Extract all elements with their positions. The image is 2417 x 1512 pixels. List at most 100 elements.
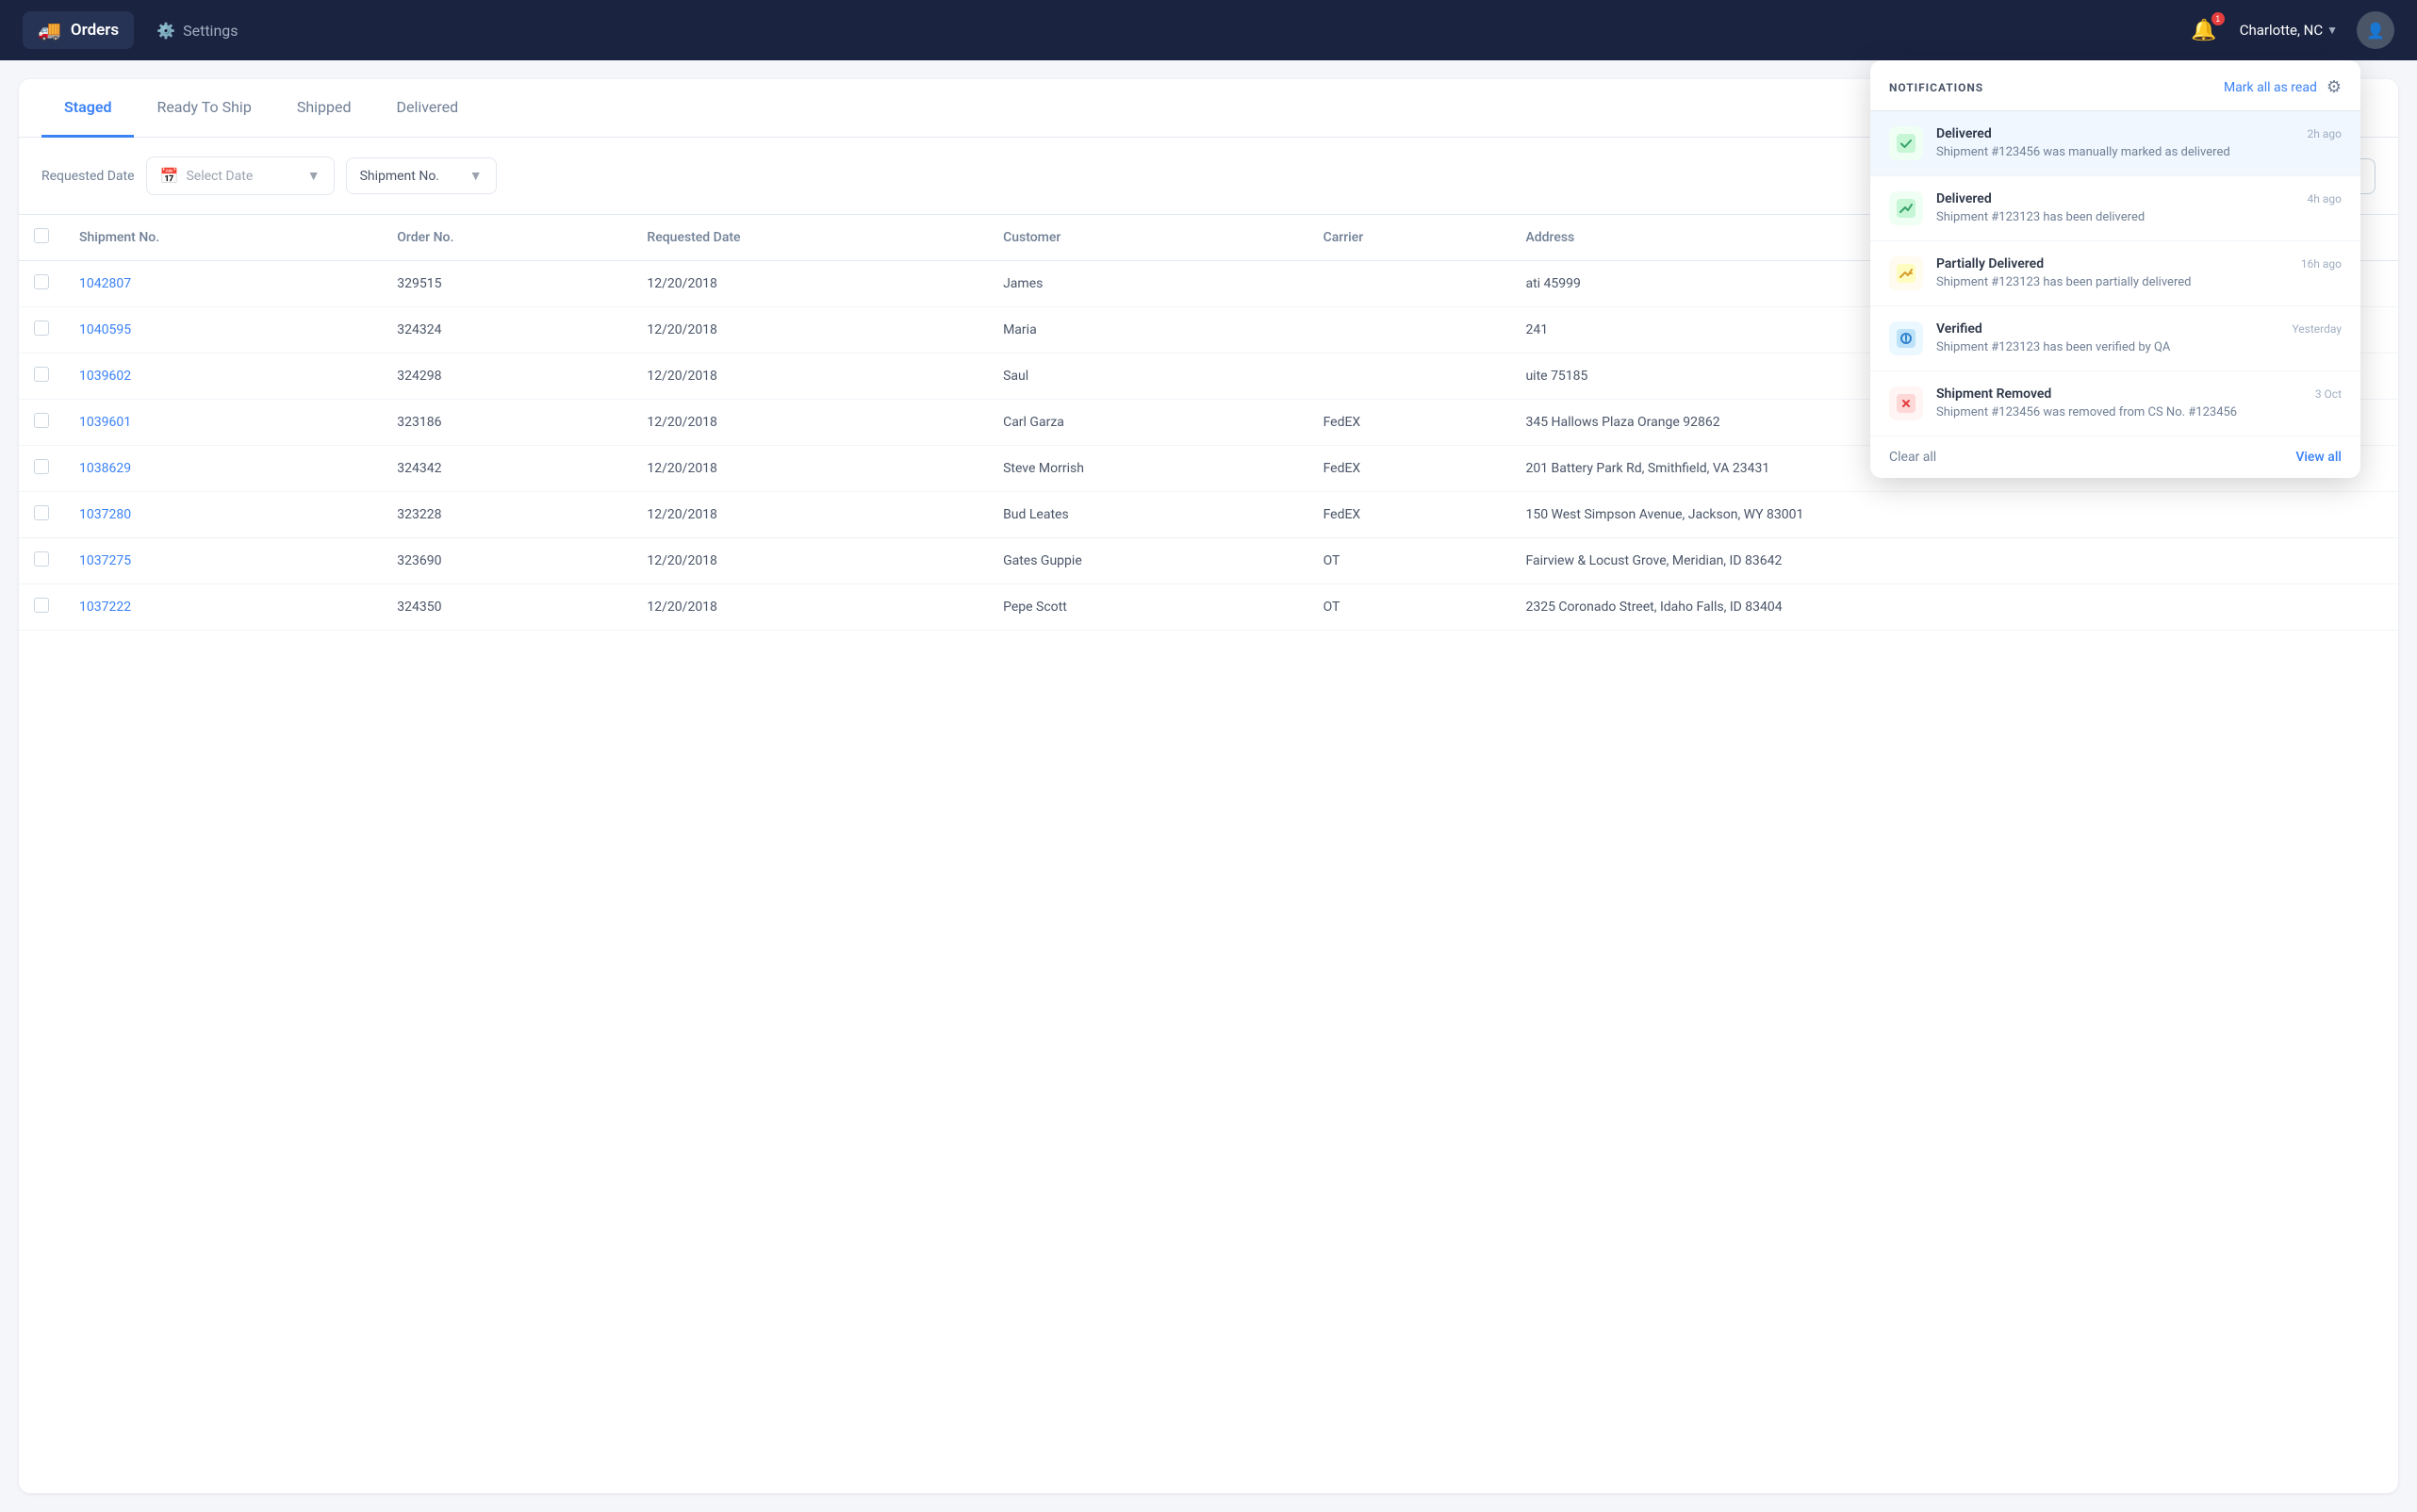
row-req-date: 12/20/2018 bbox=[632, 538, 988, 584]
user-avatar[interactable]: 👤 bbox=[2357, 11, 2394, 49]
row-customer: Bud Leates bbox=[988, 492, 1307, 538]
settings-nav-item[interactable]: ⚙️ Settings bbox=[141, 14, 253, 47]
notification-item[interactable]: Partially Delivered 16h ago Shipment #12… bbox=[1870, 241, 2360, 306]
notification-body: Shipment Removed 3 Oct Shipment #123456 … bbox=[1936, 386, 2342, 419]
notification-title: Verified bbox=[1936, 321, 1982, 337]
row-shipment-no: 1040595 bbox=[64, 307, 382, 353]
clear-all-button[interactable]: Clear all bbox=[1889, 450, 1936, 465]
chevron-down-icon: ▼ bbox=[307, 168, 321, 184]
notification-item[interactable]: Shipment Removed 3 Oct Shipment #123456 … bbox=[1870, 371, 2360, 436]
col-carrier: Carrier bbox=[1308, 215, 1511, 261]
row-address: 2325 Coronado Street, Idaho Falls, ID 83… bbox=[1510, 584, 2398, 631]
row-select-checkbox[interactable] bbox=[34, 459, 49, 474]
row-select-checkbox[interactable] bbox=[34, 505, 49, 520]
tab-shipped[interactable]: Shipped bbox=[274, 79, 374, 138]
row-shipment-no: 1037222 bbox=[64, 584, 382, 631]
row-order-no: 323228 bbox=[382, 492, 632, 538]
row-carrier: OT bbox=[1308, 538, 1511, 584]
notification-description: Shipment #123123 has been partially deli… bbox=[1936, 275, 2342, 289]
topnav-right: 🔔 1 Charlotte, NC ▼ 👤 bbox=[2187, 11, 2394, 49]
notification-time: 16h ago bbox=[2301, 257, 2342, 271]
row-carrier: FedEX bbox=[1308, 492, 1511, 538]
date-select[interactable]: 📅 Select Date ▼ bbox=[146, 156, 335, 195]
row-customer: Gates Guppie bbox=[988, 538, 1307, 584]
gear-icon: ⚙️ bbox=[156, 22, 175, 40]
orders-nav-item[interactable]: 🚚 Orders bbox=[23, 11, 134, 49]
tab-delivered[interactable]: Delivered bbox=[374, 79, 482, 138]
row-select-checkbox[interactable] bbox=[34, 551, 49, 567]
notification-description: Shipment #123123 has been delivered bbox=[1936, 210, 2342, 224]
shipment-link[interactable]: 1037275 bbox=[79, 553, 131, 568]
notification-time: 4h ago bbox=[2308, 192, 2342, 205]
notifications-header: NOTIFICATIONS Mark all as read ⚙ bbox=[1870, 60, 2360, 111]
notification-item[interactable]: Verified Yesterday Shipment #123123 has … bbox=[1870, 306, 2360, 371]
row-carrier bbox=[1308, 307, 1511, 353]
row-shipment-no: 1039601 bbox=[64, 400, 382, 446]
settings-label: Settings bbox=[183, 22, 238, 40]
row-order-no: 324342 bbox=[382, 446, 632, 492]
view-all-button[interactable]: View all bbox=[2295, 450, 2342, 465]
shipment-no-label: Shipment No. bbox=[360, 169, 439, 184]
row-carrier bbox=[1308, 261, 1511, 307]
notification-time: 3 Oct bbox=[2315, 387, 2342, 401]
table-row: 1037280 323228 12/20/2018 Bud Leates Fed… bbox=[19, 492, 2398, 538]
shipment-link[interactable]: 1040595 bbox=[79, 322, 131, 337]
shipment-link[interactable]: 1037280 bbox=[79, 507, 131, 522]
row-checkbox bbox=[19, 538, 64, 584]
row-req-date: 12/20/2018 bbox=[632, 400, 988, 446]
row-select-checkbox[interactable] bbox=[34, 274, 49, 289]
requested-date-label: Requested Date bbox=[41, 169, 135, 184]
orders-label: Orders bbox=[71, 21, 119, 40]
location-selector[interactable]: Charlotte, NC ▼ bbox=[2240, 22, 2338, 39]
notification-title: Shipment Removed bbox=[1936, 386, 2051, 402]
row-checkbox bbox=[19, 261, 64, 307]
tab-staged[interactable]: Staged bbox=[41, 79, 134, 138]
col-customer: Customer bbox=[988, 215, 1307, 261]
row-carrier: FedEX bbox=[1308, 400, 1511, 446]
row-carrier: FedEX bbox=[1308, 446, 1511, 492]
location-label: Charlotte, NC bbox=[2240, 22, 2323, 39]
notification-item[interactable]: Delivered 2h ago Shipment #123456 was ma… bbox=[1870, 111, 2360, 176]
row-req-date: 12/20/2018 bbox=[632, 446, 988, 492]
row-select-checkbox[interactable] bbox=[34, 413, 49, 428]
row-shipment-no: 1042807 bbox=[64, 261, 382, 307]
row-order-no: 329515 bbox=[382, 261, 632, 307]
notification-body: Verified Yesterday Shipment #123123 has … bbox=[1936, 321, 2342, 354]
row-shipment-no: 1037275 bbox=[64, 538, 382, 584]
row-checkbox bbox=[19, 400, 64, 446]
row-order-no: 323690 bbox=[382, 538, 632, 584]
shipment-link[interactable]: 1039602 bbox=[79, 369, 131, 384]
topnav-left: 🚚 Orders ⚙️ Settings bbox=[23, 11, 254, 49]
notification-top: Verified Yesterday bbox=[1936, 321, 2342, 337]
row-order-no: 324350 bbox=[382, 584, 632, 631]
row-req-date: 12/20/2018 bbox=[632, 307, 988, 353]
row-select-checkbox[interactable] bbox=[34, 598, 49, 613]
shipment-link[interactable]: 1038629 bbox=[79, 461, 131, 476]
row-select-checkbox[interactable] bbox=[34, 320, 49, 336]
row-select-checkbox[interactable] bbox=[34, 367, 49, 382]
notifications-button[interactable]: 🔔 1 bbox=[2187, 14, 2220, 46]
row-order-no: 323186 bbox=[382, 400, 632, 446]
row-order-no: 324324 bbox=[382, 307, 632, 353]
notification-body: Delivered 2h ago Shipment #123456 was ma… bbox=[1936, 126, 2342, 159]
row-carrier bbox=[1308, 353, 1511, 400]
col-req-date: Requested Date bbox=[632, 215, 988, 261]
row-req-date: 12/20/2018 bbox=[632, 261, 988, 307]
notification-body: Partially Delivered 16h ago Shipment #12… bbox=[1936, 256, 2342, 289]
notifications-badge: 1 bbox=[2211, 12, 2225, 25]
shipment-link[interactable]: 1037222 bbox=[79, 600, 131, 615]
notifications-settings-button[interactable]: ⚙ bbox=[2327, 77, 2342, 97]
notification-top: Delivered 4h ago bbox=[1936, 191, 2342, 206]
row-customer: Steve Morrish bbox=[988, 446, 1307, 492]
tab-ready-to-ship[interactable]: Ready To Ship bbox=[134, 79, 273, 138]
shipment-no-select[interactable]: Shipment No. ▼ bbox=[346, 157, 497, 194]
mark-all-read-button[interactable]: Mark all as read bbox=[2224, 80, 2317, 95]
row-shipment-no: 1037280 bbox=[64, 492, 382, 538]
chevron-down-icon: ▼ bbox=[2327, 24, 2338, 37]
select-all-checkbox[interactable] bbox=[34, 228, 49, 243]
notification-item[interactable]: Delivered 4h ago Shipment #123123 has be… bbox=[1870, 176, 2360, 241]
notifications-panel: NOTIFICATIONS Mark all as read ⚙ Deliver… bbox=[1870, 60, 2360, 478]
row-order-no: 324298 bbox=[382, 353, 632, 400]
shipment-link[interactable]: 1042807 bbox=[79, 276, 131, 291]
shipment-link[interactable]: 1039601 bbox=[79, 415, 131, 430]
